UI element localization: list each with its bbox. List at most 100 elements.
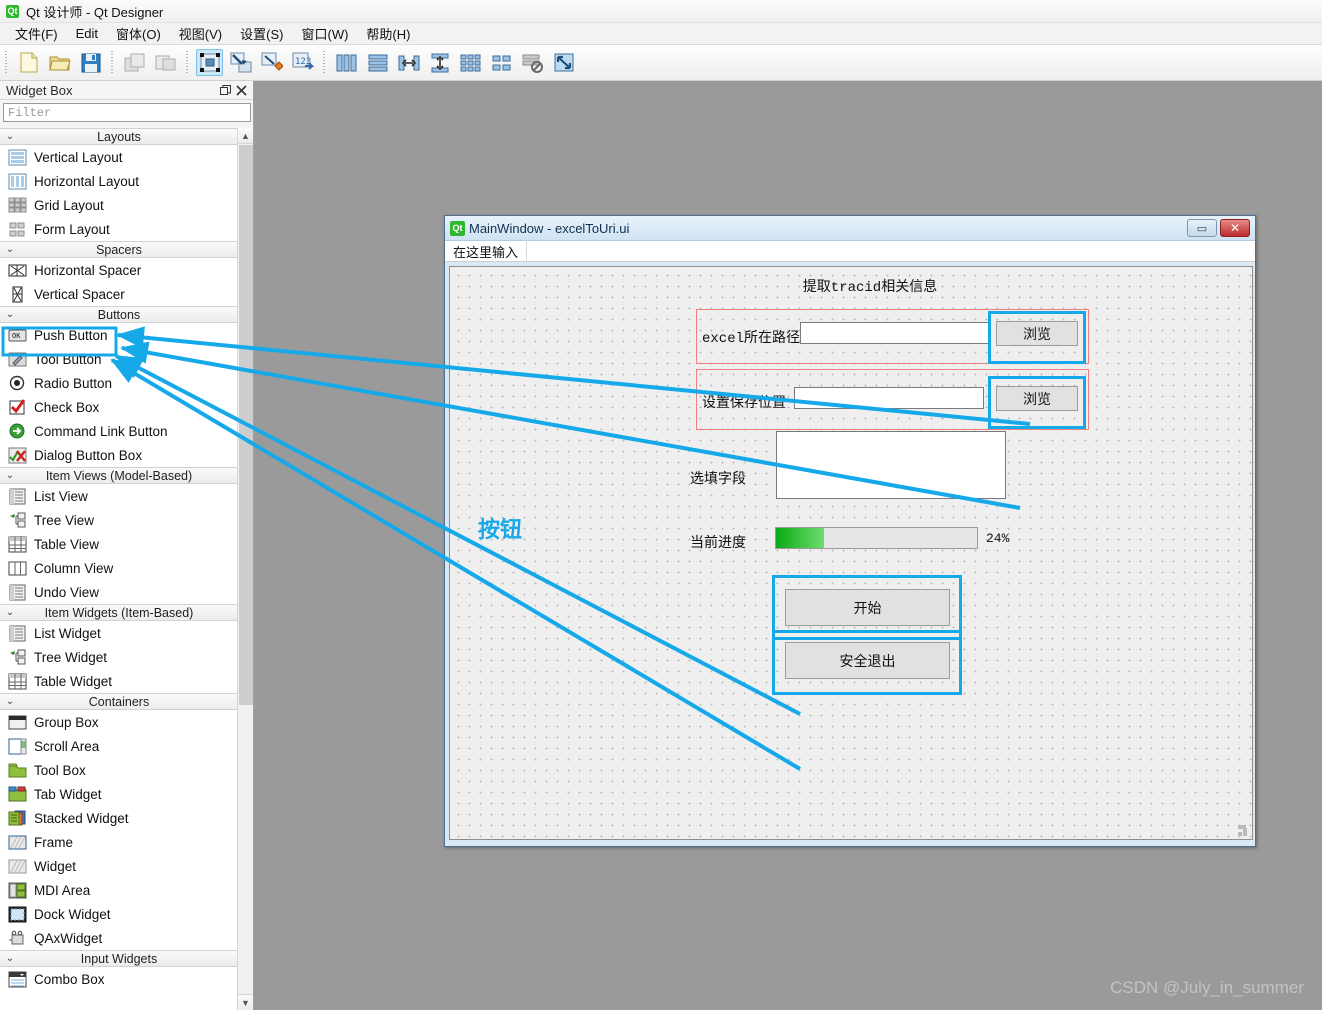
resize-grip[interactable] [1238,825,1249,836]
widget-item-list-widget[interactable]: List Widget [0,621,238,645]
widget-item-dock-widget[interactable]: Dock Widget [0,902,238,926]
layout-splitter-vertical-icon[interactable] [426,49,453,76]
layout-grid-icon[interactable] [457,49,484,76]
edit-widgets-icon[interactable] [196,49,223,76]
minimize-button[interactable]: ▭ [1187,219,1217,237]
widget-item-list-view[interactable]: List View [0,484,238,508]
menu-file[interactable]: 文件(F) [6,22,67,45]
break-layout-icon[interactable] [519,49,546,76]
widget-item-command-link-button[interactable]: Command Link Button [0,419,238,443]
toolbar-grip[interactable] [3,51,10,75]
form-menu-placeholder[interactable]: 在这里输入 [445,240,527,263]
widget-box-list[interactable]: ⌄LayoutsVertical Layout Horizontal Layout… [0,128,238,1010]
widget-category-input-widgets[interactable]: ⌄Input Widgets [0,950,238,967]
chevron-down-icon: ⌄ [0,470,20,481]
menu-settings[interactable]: 设置(S) [231,22,292,45]
widget-item-radio-button[interactable]: Radio Button [0,371,238,395]
menu-bar: 文件(F) Edit 窗体(O) 视图(V) 设置(S) 窗口(W) 帮助(H) [0,23,1322,45]
widget-item-vertical-spacer[interactable]: Vertical Spacer [0,282,238,306]
widget-item-frame[interactable]: Frame [0,830,238,854]
toolbar-grip-4[interactable] [321,51,328,75]
dialog-button-box-icon [5,445,30,465]
widget-item-qaxwidget[interactable]: QAxWidget [0,926,238,950]
excel-path-label: excel所在路径 [702,327,800,347]
menu-help[interactable]: 帮助(H) [357,22,419,45]
menu-view[interactable]: 视图(V) [170,22,231,45]
widget-item-tree-view[interactable]: Tree View [0,508,238,532]
widget-item-label: Combo Box [30,972,105,987]
menu-window[interactable]: 窗口(W) [292,22,357,45]
widget-item-grid-layout[interactable]: Grid Layout [0,193,238,217]
layout-form-icon[interactable] [488,49,515,76]
widget-box-scrollbar[interactable]: ▲ ▼ [237,128,253,1010]
widget-item-tool-box[interactable]: Tool Box [0,758,238,782]
toolbar-grip-3[interactable] [184,51,191,75]
widget-item-vertical-layout[interactable]: Vertical Layout [0,145,238,169]
scrollbar-thumb[interactable] [239,145,253,705]
menu-edit[interactable]: Edit [67,24,107,43]
save-icon[interactable] [77,49,104,76]
check-box-icon [5,397,30,417]
category-label: Buttons [20,308,238,322]
widget-item-undo-view[interactable]: Undo View [0,580,238,604]
widget-item-label: List View [30,489,88,504]
menu-form[interactable]: 窗体(O) [107,22,170,45]
filter-input[interactable]: Filter [3,103,251,122]
widget-item-horizontal-layout[interactable]: Horizontal Layout [0,169,238,193]
widget-item-tree-widget[interactable]: Tree Widget [0,645,238,669]
widget-item-tool-button[interactable]: Tool Button [0,347,238,371]
new-file-icon[interactable] [15,49,42,76]
widget-item-label: Horizontal Layout [30,174,139,189]
widget-item-dialog-button-box[interactable]: Dialog Button Box [0,443,238,467]
widget-item-label: Horizontal Spacer [30,263,141,278]
undock-icon[interactable] [217,83,233,98]
widget-item-column-view[interactable]: Column View [0,556,238,580]
widget-category-spacers[interactable]: ⌄Spacers [0,241,238,258]
annotation-box-browse-1 [988,311,1086,364]
widget-item-label: Grid Layout [30,198,104,213]
stacked-widget-icon [5,808,30,828]
widget-item-mdi-area[interactable]: MDI Area [0,878,238,902]
widget-item-combo-box[interactable]: Combo Box [0,967,238,991]
open-folder-icon[interactable] [46,49,73,76]
redo-icon[interactable] [152,49,179,76]
widget-item-stacked-widget[interactable]: Stacked Widget [0,806,238,830]
widget-category-layouts[interactable]: ⌄Layouts [0,128,238,145]
edit-buddies-icon[interactable] [258,49,285,76]
layout-vertically-icon[interactable] [364,49,391,76]
form-canvas[interactable]: 提取tracid相关信息 excel所在路径 浏览 设置保存位置 浏览 选填字段… [449,266,1253,840]
watermark: CSDN @July_in_summer [1110,978,1304,998]
chevron-down-icon: ⌄ [0,696,20,707]
close-button[interactable]: ✕ [1220,219,1250,237]
scroll-down-arrow[interactable]: ▼ [238,994,253,1010]
widget-item-table-view[interactable]: Table View [0,532,238,556]
edit-signals-slots-icon[interactable] [227,49,254,76]
widget-item-group-box[interactable]: Group Box [0,710,238,734]
widget-category-containers[interactable]: ⌄Containers [0,693,238,710]
widget-category-item-widgets-item-based[interactable]: ⌄Item Widgets (Item-Based) [0,604,238,621]
widget-category-buttons[interactable]: ⌄Buttons [0,306,238,323]
close-icon[interactable] [233,83,249,98]
widget-item-tab-widget[interactable]: Tab Widget [0,782,238,806]
optional-field-textarea[interactable] [776,431,1006,499]
widget-category-item-views-model-based[interactable]: ⌄Item Views (Model-Based) [0,467,238,484]
layout-splitter-horizontal-icon[interactable] [395,49,422,76]
adjust-size-icon[interactable] [550,49,577,76]
widget-item-check-box[interactable]: Check Box [0,395,238,419]
edit-tab-order-icon[interactable]: 123 [289,49,316,76]
widget-item-form-layout[interactable]: Form Layout [0,217,238,241]
layout-horizontally-icon[interactable] [333,49,360,76]
save-location-input[interactable] [794,387,984,409]
annotation-box-safe-exit [772,630,962,695]
excel-path-input[interactable] [800,322,990,344]
widget-item-scroll-area[interactable]: Scroll Area [0,734,238,758]
undo-icon[interactable] [121,49,148,76]
form-window: Qt MainWindow - excelToUri.ui ▭ ✕ 在这里输入 … [444,215,1256,847]
toolbar-grip-2[interactable] [109,51,116,75]
chevron-down-icon: ⌄ [0,309,20,320]
scroll-up-arrow[interactable]: ▲ [238,128,253,144]
widget-item-horizontal-spacer[interactable]: Horizontal Spacer [0,258,238,282]
widget-item-table-widget[interactable]: Table Widget [0,669,238,693]
widget-item-push-button[interactable]: OKPush Button [0,323,238,347]
widget-item-widget[interactable]: Widget [0,854,238,878]
